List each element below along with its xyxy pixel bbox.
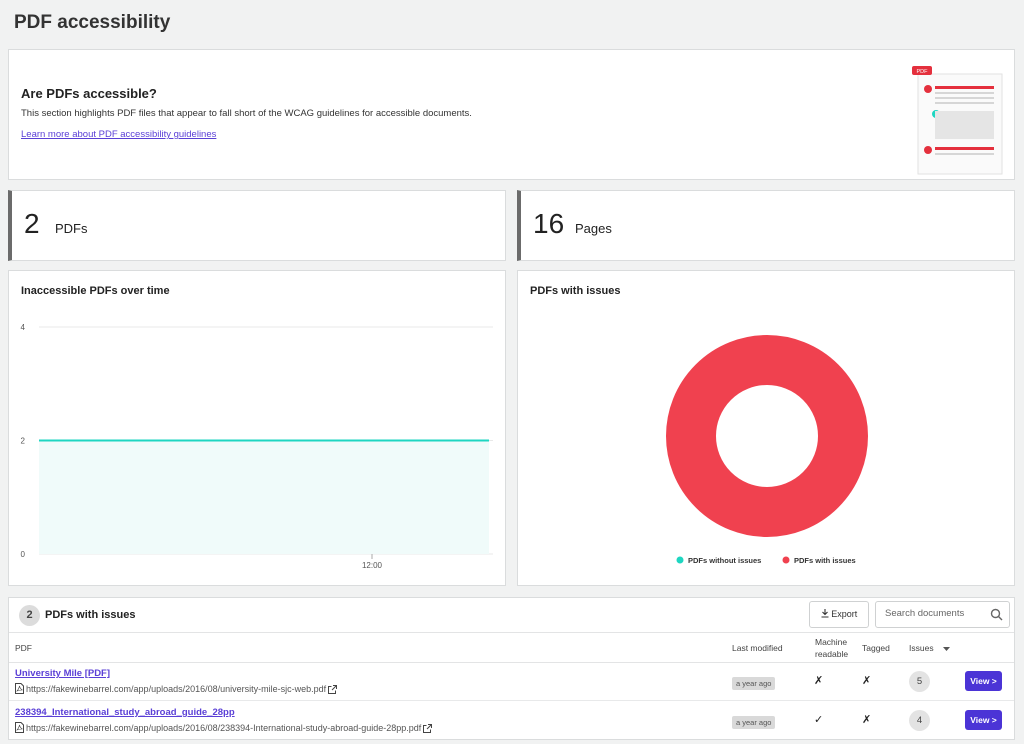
y-tick-label: 0 xyxy=(21,550,26,559)
y-tick-label: 2 xyxy=(21,437,26,446)
column-issues[interactable]: Issues xyxy=(909,643,934,653)
view-button[interactable]: View > xyxy=(965,671,1002,691)
svg-text:PDF: PDF xyxy=(917,69,929,75)
last-modified-badge: a year ago xyxy=(732,716,776,729)
legend-label: PDFs with issues xyxy=(794,556,856,565)
machine-readable-mark: ✗ xyxy=(814,675,824,687)
sort-down-icon[interactable] xyxy=(943,647,950,652)
y-tick-label: 4 xyxy=(21,323,26,332)
column-pdf: PDF xyxy=(15,643,32,653)
area-fill xyxy=(39,440,489,554)
stat-label: Pages xyxy=(575,221,612,236)
view-button[interactable]: View > xyxy=(965,710,1002,730)
legend-label: PDFs without issues xyxy=(688,556,761,565)
search-input[interactable] xyxy=(885,608,985,619)
stat-label: PDFs xyxy=(55,221,88,236)
table-row: University Mile [PDF] https://fakewineba… xyxy=(9,663,1014,701)
pdf-issues-table-card: 2 PDFs with issues Export PDF Last modif… xyxy=(8,597,1015,740)
intro-description: This section highlights PDF files that a… xyxy=(21,108,472,119)
external-link-icon[interactable] xyxy=(423,724,433,733)
legend-swatch xyxy=(782,556,790,564)
pdf-file-icon xyxy=(15,722,24,733)
column-tagged[interactable]: Tagged xyxy=(862,643,890,653)
external-link-icon[interactable] xyxy=(328,685,338,694)
table-header: PDF Last modified Machine readable Tagge… xyxy=(9,632,1014,663)
pdf-illustration-icon: PDF xyxy=(912,66,1003,175)
pdf-name-link[interactable]: 238394_International_study_abroad_guide_… xyxy=(15,707,235,718)
last-modified-badge: a year ago xyxy=(732,677,776,690)
line-chart-card: Inaccessible PDFs over time 0 2 4 12:00 xyxy=(8,270,506,586)
stat-value: 16 xyxy=(533,208,565,239)
column-machine-readable-1[interactable]: Machine xyxy=(815,637,847,647)
machine-readable-mark: ✓ xyxy=(814,714,824,726)
donut-slice xyxy=(666,335,868,537)
column-machine-readable-2[interactable]: readable xyxy=(815,649,848,659)
export-button[interactable]: Export xyxy=(809,601,869,628)
page-title: PDF accessibility xyxy=(14,12,171,33)
search-icon[interactable] xyxy=(990,608,1003,621)
stat-value: 2 xyxy=(24,208,40,239)
pdf-url: https://fakewinebarrel.com/app/uploads/2… xyxy=(15,722,434,733)
issues-count: 5 xyxy=(909,671,930,692)
pdf-url-text[interactable]: https://fakewinebarrel.com/app/uploads/2… xyxy=(26,684,326,694)
search-box[interactable] xyxy=(875,601,1010,628)
count-badge: 2 xyxy=(19,605,40,626)
table-row: 238394_International_study_abroad_guide_… xyxy=(9,702,1014,740)
tagged-mark: ✗ xyxy=(862,675,872,687)
column-last-modified[interactable]: Last modified xyxy=(732,643,783,653)
download-icon xyxy=(821,609,829,618)
intro-card: Are PDFs accessible? This section highli… xyxy=(8,49,1015,180)
intro-heading: Are PDFs accessible? xyxy=(21,86,157,101)
stat-card-pages: 16 Pages xyxy=(517,190,1015,261)
donut-chart-card: PDFs with issues PDFs without issues PDFs… xyxy=(517,270,1015,586)
tagged-mark: ✗ xyxy=(862,714,872,726)
legend-swatch xyxy=(676,556,684,564)
x-tick-label: 12:00 xyxy=(362,561,383,570)
line-chart: 0 2 4 12:00 xyxy=(21,323,493,570)
pdf-url: https://fakewinebarrel.com/app/uploads/2… xyxy=(15,683,339,694)
stat-card-pdfs: 2 PDFs xyxy=(8,190,506,261)
export-label: Export xyxy=(831,609,858,619)
pdf-url-text[interactable]: https://fakewinebarrel.com/app/uploads/2… xyxy=(26,723,421,733)
issues-count: 4 xyxy=(909,710,930,731)
pdf-file-icon xyxy=(15,683,24,694)
guidelines-link[interactable]: Learn more about PDF accessibility guide… xyxy=(21,129,216,140)
donut-chart: PDFs without issues PDFs with issues xyxy=(666,335,868,565)
table-title: PDFs with issues xyxy=(45,609,136,621)
pdf-name-link[interactable]: University Mile [PDF] xyxy=(15,668,110,679)
